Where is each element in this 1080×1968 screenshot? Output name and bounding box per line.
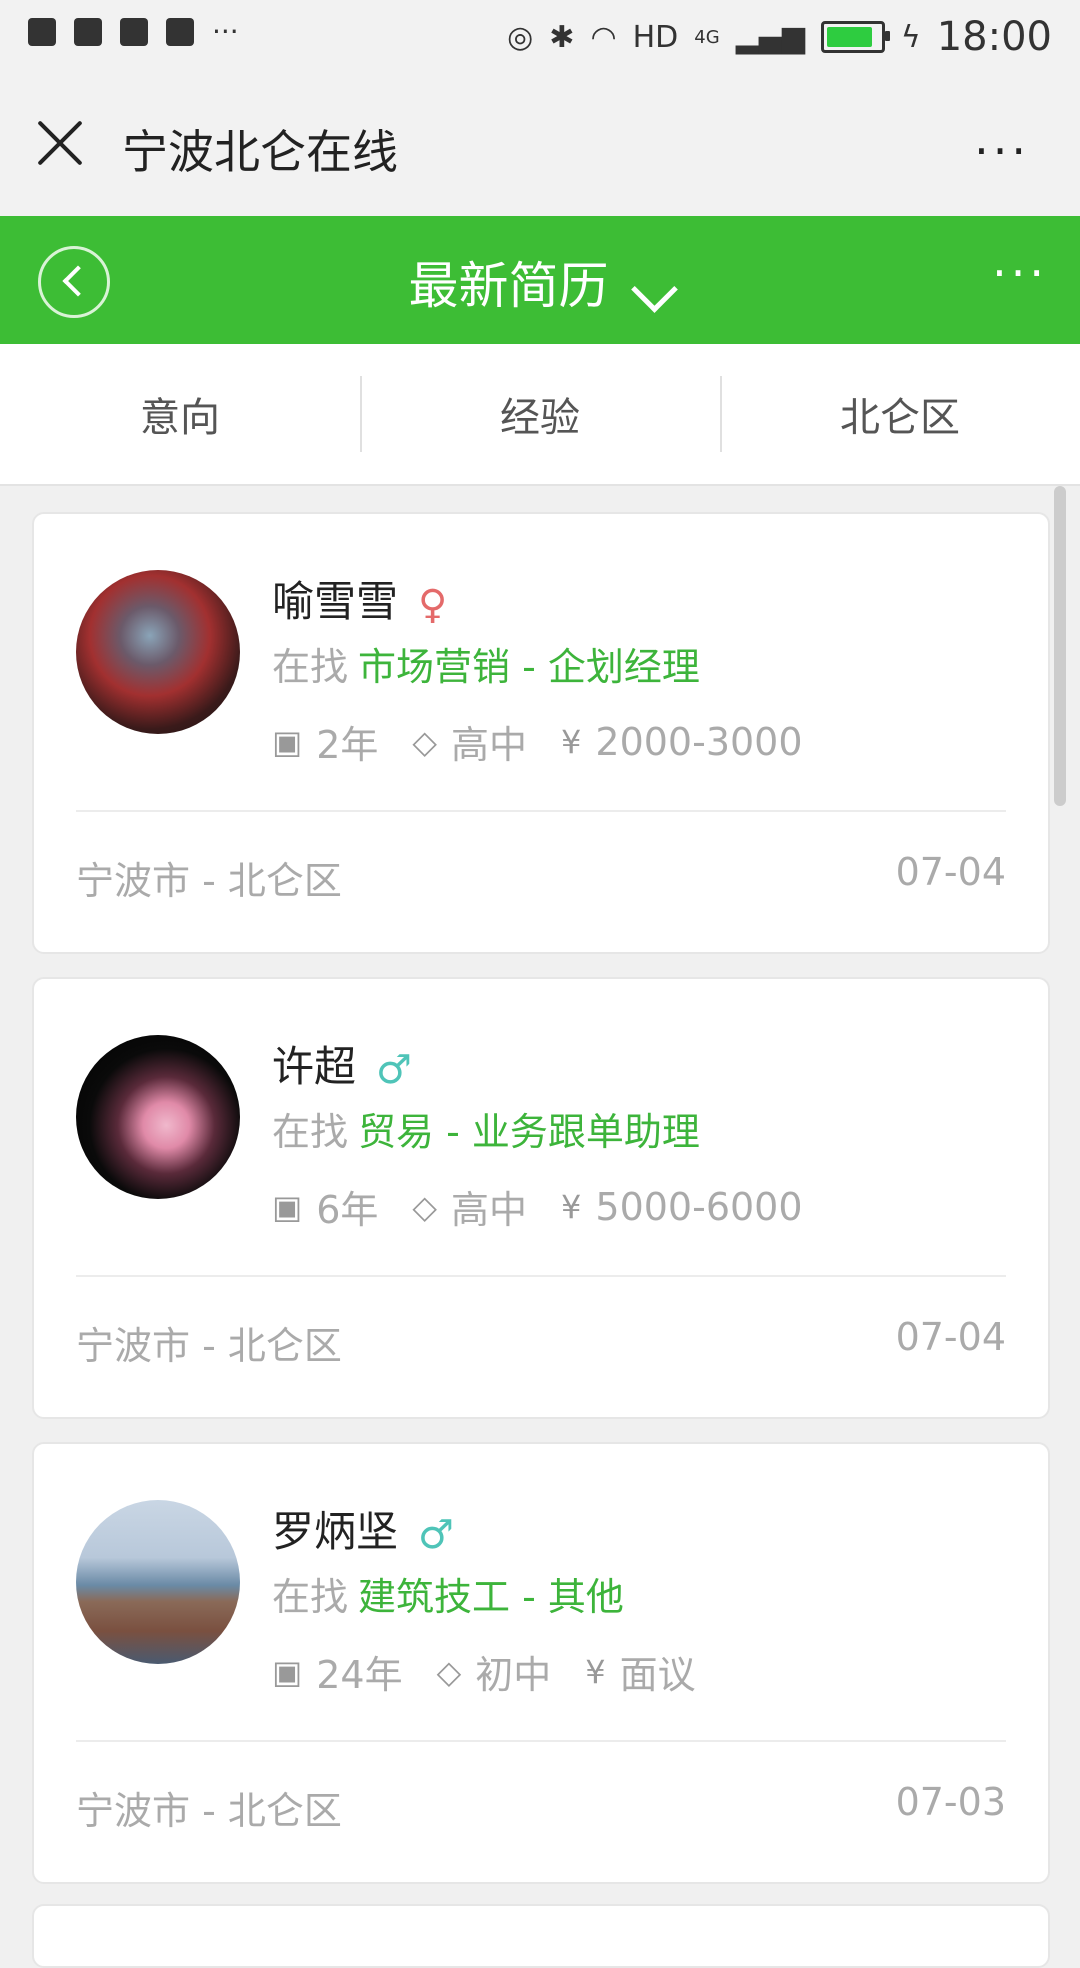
location: 宁波市 - 北仑区 [76, 859, 342, 903]
location: 宁波市 - 北仑区 [76, 1324, 342, 1368]
more-notifications-icon: ··· [212, 15, 239, 48]
briefcase-icon: ▣ [272, 722, 303, 761]
post-date: 07-04 [895, 850, 1006, 894]
divider [76, 1740, 1006, 1742]
yuan-icon: ¥ [585, 1652, 606, 1691]
salary: 2000-3000 [595, 719, 803, 764]
scrollbar[interactable] [1054, 486, 1066, 806]
more-options-button[interactable]: ··· [974, 124, 1030, 178]
salary: 面议 [619, 1653, 696, 1697]
seeking-line: 在找 市场营销 - 企划经理 [272, 645, 700, 689]
notification-icons: ··· [28, 18, 239, 46]
bluetooth-icon: ✱ [549, 19, 575, 55]
resume-card[interactable]: 喻雪雪 ♀ 在找 市场营销 - 企划经理 ▣ 2年 ◇ 高中 ¥2000-3000 宁波… [32, 512, 1050, 954]
network-type: 4G [694, 26, 720, 48]
status-bar: ··· ◎ ✱ ◠ HD 4G ▂▄▆ ϟ 18:00 [0, 0, 1080, 72]
location: 宁波市 - 北仑区 [76, 1789, 342, 1833]
female-icon: ♀ [418, 581, 448, 628]
battery-icon [820, 21, 890, 53]
signal-icon: ▂▄▆ [735, 19, 805, 55]
candidate-meta: ▣ 6年 ◇ 高中 ¥5000-6000 [272, 1179, 837, 1234]
education: 高中 [451, 1188, 528, 1232]
job-title: 建筑技工 - 其他 [358, 1575, 624, 1619]
yuan-icon: ¥ [561, 1187, 582, 1226]
divider [76, 810, 1006, 812]
candidate-name: 喻雪雪 ♀ [272, 577, 448, 628]
seeking-line: 在找 贸易 - 业务跟单助理 [272, 1110, 700, 1154]
filter-district[interactable]: 北仑区 [720, 344, 1080, 484]
header-title[interactable]: 最新简历 [0, 246, 1080, 318]
candidate-meta: ▣ 2年 ◇ 高中 ¥2000-3000 [272, 714, 837, 769]
graduation-cap-icon: ◇ [412, 722, 438, 761]
seeking-line: 在找 建筑技工 - 其他 [272, 1575, 624, 1619]
graduation-cap-icon: ◇ [436, 1652, 462, 1691]
education: 初中 [475, 1653, 552, 1697]
close-icon[interactable] [34, 117, 86, 169]
avatar [76, 1035, 240, 1199]
charging-icon: ϟ [900, 19, 921, 55]
male-icon: ♂ [418, 1511, 454, 1558]
header-more-button[interactable]: ··· [992, 246, 1048, 300]
status-icons: ◎ ✱ ◠ HD 4G ▂▄▆ ϟ 18:00 [507, 14, 1052, 60]
resume-card-partial[interactable] [32, 1904, 1050, 1968]
briefcase-icon: ▣ [272, 1652, 303, 1691]
avatar [76, 570, 240, 734]
candidate-name: 罗炳坚 ♂ [272, 1507, 454, 1558]
post-date: 07-03 [895, 1780, 1006, 1824]
calendar-icon [166, 18, 194, 46]
app-titlebar: 宁波北仑在线 ··· [0, 72, 1080, 216]
image-icon [120, 18, 148, 46]
experience: 6年 [316, 1188, 379, 1232]
graduation-cap-icon: ◇ [412, 1187, 438, 1226]
notification-icon [28, 18, 56, 46]
filter-intention[interactable]: 意向 [0, 344, 360, 484]
resume-card[interactable]: 罗炳坚 ♂ 在找 建筑技工 - 其他 ▣ 24年 ◇ 初中 ¥ 面议 宁波市 - 北仑区 … [32, 1442, 1050, 1884]
divider [76, 1275, 1006, 1277]
job-title: 贸易 - 业务跟单助理 [358, 1110, 700, 1154]
candidate-name: 许超 ♂ [272, 1042, 412, 1093]
wifi-icon: ◠ [590, 19, 617, 55]
experience: 24年 [316, 1653, 403, 1697]
filter-experience[interactable]: 经验 [360, 344, 720, 484]
experience: 2年 [316, 723, 379, 767]
avatar [76, 1500, 240, 1664]
vibrate-icon: ◎ [507, 19, 534, 55]
notification-icon [74, 18, 102, 46]
filter-bar: 意向 经验 北仑区 [0, 344, 1080, 486]
network-label: HD [632, 19, 679, 55]
page-title: 宁波北仑在线 [122, 125, 398, 179]
chevron-down-icon [631, 266, 679, 313]
header-bar: 最新简历 ··· [0, 216, 1080, 344]
header-title-text: 最新简历 [408, 257, 609, 315]
briefcase-icon: ▣ [272, 1187, 303, 1226]
job-title: 市场营销 - 企划经理 [358, 645, 700, 689]
yuan-icon: ¥ [561, 722, 582, 761]
education: 高中 [451, 723, 528, 767]
resume-card[interactable]: 许超 ♂ 在找 贸易 - 业务跟单助理 ▣ 6年 ◇ 高中 ¥5000-6000 宁波市… [32, 977, 1050, 1419]
salary: 5000-6000 [595, 1184, 803, 1229]
male-icon: ♂ [376, 1046, 412, 1093]
candidate-meta: ▣ 24年 ◇ 初中 ¥ 面议 [272, 1644, 730, 1699]
clock: 18:00 [936, 14, 1052, 60]
post-date: 07-04 [895, 1315, 1006, 1359]
